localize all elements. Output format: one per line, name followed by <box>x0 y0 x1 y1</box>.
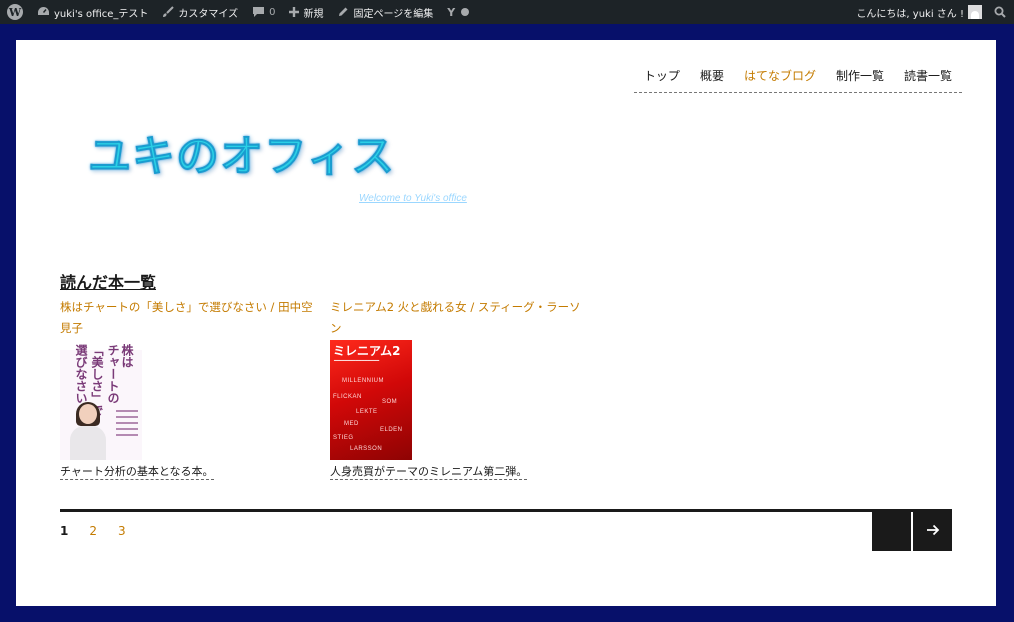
comment-icon <box>252 6 265 18</box>
book-item: ミレニアム2 火と戯れる女 / スティーグ・ラーソン ミレニアム2 ━━━━━━… <box>330 297 590 480</box>
yoast-icon: Y <box>447 5 456 19</box>
cover-text: 選びなさい <box>74 344 88 404</box>
book-cover-image[interactable]: ミレニアム2 ━━━━━━━━━━━━━━━ MILLENNIUM FLICKA… <box>330 340 412 460</box>
arrow-right-icon <box>926 521 940 540</box>
pagination: 1 2 3 <box>60 509 952 551</box>
cover-word: STIEG <box>333 435 354 441</box>
comments-link[interactable]: 0 <box>245 0 282 24</box>
wordpress-icon: W <box>7 4 23 20</box>
comments-count: 0 <box>269 6 276 18</box>
next-page-button[interactable] <box>913 509 952 551</box>
dashboard-icon <box>37 6 50 18</box>
edit-page-link[interactable]: 固定ページを編集 <box>330 0 440 24</box>
site-tagline: Welcome to Yuki's office <box>359 193 467 204</box>
plus-icon <box>289 7 300 17</box>
cover-text: チャートの <box>106 344 120 404</box>
cover-word: LARSSON <box>350 446 383 452</box>
cover-word: LEKTE <box>356 409 378 415</box>
page-number-current: 1 <box>60 524 69 538</box>
edit-page-label: 固定ページを編集 <box>353 8 434 20</box>
nav-item-reading-list[interactable]: 読書一覧 <box>894 67 962 84</box>
book-description: チャート分析の基本となる本。 <box>60 462 214 480</box>
cover-title: ミレニアム2 <box>333 344 401 358</box>
site-name-label: yuki's office_テスト <box>54 8 149 20</box>
pencil-icon <box>337 6 349 18</box>
brush-icon <box>162 6 175 18</box>
seo-status-dot-icon <box>461 8 470 16</box>
nav-item-about[interactable]: 概要 <box>690 67 734 84</box>
yoast-menu[interactable]: Y <box>440 0 476 24</box>
wp-logo-menu[interactable]: W <box>0 0 30 24</box>
nav-item-top[interactable]: トップ <box>634 67 690 84</box>
new-content-menu[interactable]: 新規 <box>282 0 330 24</box>
book-title-link[interactable]: ミレニアム2 火と戯れる女 / スティーグ・ラーソン <box>330 297 590 339</box>
cover-word: ELDEN <box>380 427 403 433</box>
nav-item-works[interactable]: 制作一覧 <box>826 67 894 84</box>
my-account-menu[interactable]: こんにちは, yuki さん ! <box>849 0 988 24</box>
book-title-link[interactable]: 株はチャートの「美しさ」で選びなさい / 田中空見子 <box>60 297 320 339</box>
page-number-link[interactable]: 3 <box>118 524 126 538</box>
cover-subtitle-lines: ━━━━━━━━━━━━━━━ <box>334 358 380 364</box>
cover-word: FLICKAN <box>333 394 362 400</box>
cover-portrait <box>70 402 106 460</box>
site-logo[interactable]: ユキのオフィス <box>88 122 395 184</box>
avatar <box>968 5 982 19</box>
book-item: 株はチャートの「美しさ」で選びなさい / 田中空見子 株は チャートの 「美しさ… <box>60 297 320 480</box>
book-description: 人身売買がテーマのミレニアム第二弾。 <box>330 462 528 480</box>
prev-page-button <box>872 509 911 551</box>
cover-word: SOM <box>382 399 398 405</box>
admin-bar: W yuki's office_テスト カスタマイズ 0 新規 固定ページを編集… <box>0 0 1014 24</box>
page-content: トップ 概要 はてなブログ 制作一覧 読書一覧 ユキのオフィス Welcome … <box>16 40 996 606</box>
customize-link[interactable]: カスタマイズ <box>155 0 245 24</box>
greeting-label: こんにちは, yuki さん ! <box>856 8 964 20</box>
page-number-link[interactable]: 2 <box>89 524 97 538</box>
cover-word: MED <box>344 421 359 427</box>
page-title: 読んだ本一覧 <box>60 273 157 292</box>
site-name-menu[interactable]: yuki's office_テスト <box>30 0 155 24</box>
nav-item-hatena-blog[interactable]: はてなブログ <box>734 67 826 84</box>
cover-word: MILLENNIUM <box>342 378 385 384</box>
cover-small-text <box>116 410 138 450</box>
customize-label: カスタマイズ <box>178 8 239 20</box>
main-navigation: トップ 概要 はてなブログ 制作一覧 読書一覧 <box>633 67 962 93</box>
search-icon <box>994 6 1006 18</box>
book-cover-image[interactable]: 株は チャートの 「美しさ」で 選びなさい <box>60 340 142 460</box>
cover-text: 株は <box>120 344 134 368</box>
admin-search-button[interactable] <box>988 0 1014 24</box>
new-label: 新規 <box>303 8 324 20</box>
